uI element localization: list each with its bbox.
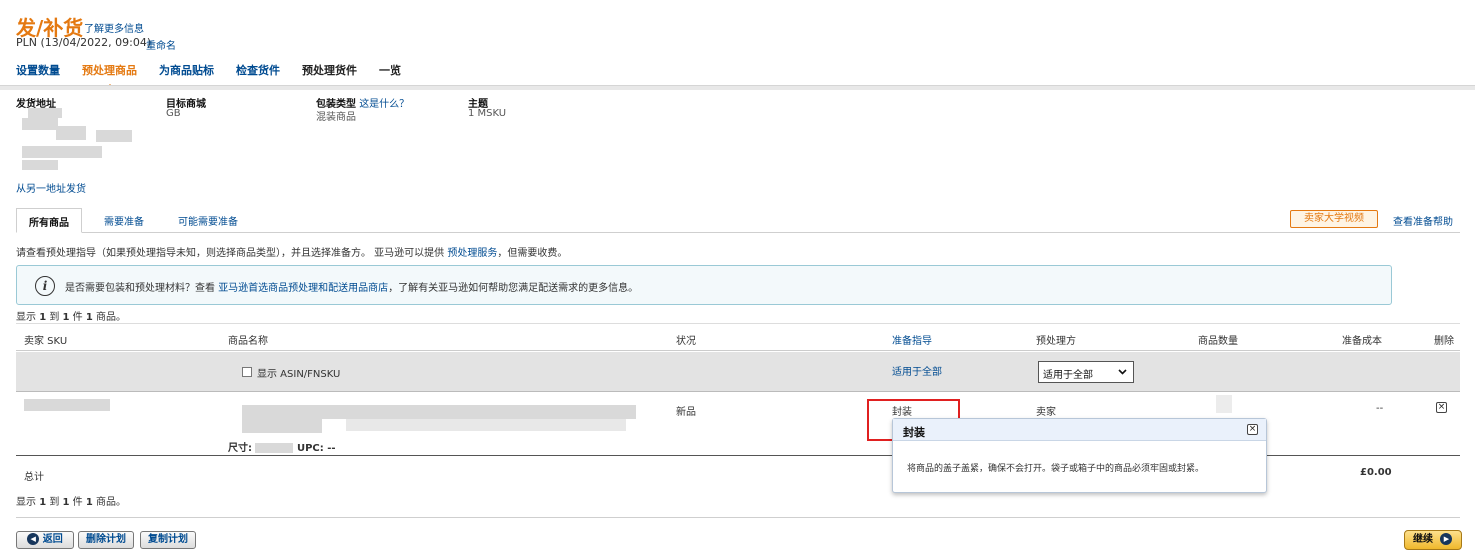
filter-row: 显示 ASIN/FNSKU 适用于全部 适用于全部 bbox=[16, 352, 1460, 392]
product-size-label: 尺寸: bbox=[228, 443, 252, 454]
product-detail: 尺寸: UPC: -- bbox=[228, 439, 336, 454]
bottom-divider bbox=[16, 517, 1460, 518]
tab-may-need-prep[interactable]: 可能需要准备 bbox=[166, 208, 250, 233]
product-size-redacted bbox=[255, 443, 294, 453]
plan-name: PLN (13/04/2022, 09:04) bbox=[16, 36, 152, 49]
results-count-bottom: 显示 1 到 1 件 1 商品。 bbox=[16, 493, 126, 508]
rename-link[interactable]: 重命名 bbox=[146, 37, 176, 52]
product-name-redacted bbox=[242, 419, 322, 433]
results-count-total: 1 bbox=[85, 497, 93, 508]
prep-by-value: 卖家 bbox=[1036, 407, 1056, 418]
alert-text: 是否需要包装和预处理材料？查看 亚马逊首选商品预处理和配送用品商店，了解有关亚马… bbox=[65, 279, 638, 294]
ship-from-another-address-link[interactable]: 从另一地址发货 bbox=[16, 180, 86, 195]
workflow-step-prepare-products[interactable]: 预处理商品 bbox=[82, 62, 137, 90]
popover-body: 将商品的盖子盖紧，确保不会打开。袋子或箱子中的商品必须牢固或封紧。 bbox=[907, 464, 1205, 474]
continue-button-label: 继续 bbox=[1413, 534, 1433, 545]
chevron-down-icon bbox=[1118, 369, 1127, 375]
back-button-label: 返回 bbox=[42, 534, 63, 545]
workflow-nav: 设置数量 预处理商品 为商品贴标 检查货件 预处理货件 一览 bbox=[16, 62, 423, 90]
quantity-redacted bbox=[1216, 395, 1232, 413]
popover-title: 封装 bbox=[903, 426, 925, 439]
prep-instruction: 请查看预处理指导（如果预处理指导未知，则选择商品类型），并且选择准备方。 亚马逊… bbox=[16, 244, 567, 259]
instruction-text: 请查看预处理指导（如果预处理指导未知，则选择商品类型），并且选择准备方。 亚马逊… bbox=[16, 248, 448, 259]
ship-from-address-redacted bbox=[56, 126, 86, 140]
results-count-text: 显示 bbox=[16, 497, 40, 508]
results-count-text: 商品。 bbox=[92, 312, 126, 323]
column-header-product-name: 商品名称 bbox=[228, 336, 268, 347]
packing-type-value: 混装商品 bbox=[316, 112, 356, 123]
show-asin-label[interactable]: 显示 ASIN/FNSKU bbox=[257, 365, 340, 380]
column-header-prep-cost: 准备成本 bbox=[1342, 336, 1382, 347]
alert-text-part: ，了解有关亚马逊如何帮助您满足配送需求的更多信息。 bbox=[388, 283, 639, 294]
destination-value: GB bbox=[166, 108, 181, 119]
info-icon: i bbox=[35, 276, 55, 296]
delete-row-icon[interactable]: × bbox=[1436, 402, 1447, 413]
column-header-quantity: 商品数量 bbox=[1198, 336, 1238, 347]
subject-value: 1 MSKU bbox=[468, 108, 507, 119]
alert-text-part: 是否需要包装和预处理材料？查看 bbox=[65, 283, 219, 294]
workflow-step-prepare-shipment: 预处理货件 bbox=[302, 64, 357, 77]
column-header-sku: 卖家 SKU bbox=[24, 336, 68, 347]
continue-button[interactable]: 继续 ▶ bbox=[1404, 530, 1462, 550]
tab-all-products[interactable]: 所有商品 bbox=[16, 208, 82, 233]
column-header-condition: 状况 bbox=[676, 336, 696, 347]
ship-from-address-redacted bbox=[22, 146, 102, 158]
workflow-step-label: 预处理商品 bbox=[82, 64, 137, 77]
seller-university-video-button[interactable]: 卖家大学视频 bbox=[1290, 210, 1378, 228]
ship-from-address-redacted bbox=[96, 130, 132, 142]
apply-all-prep-link[interactable]: 适用于全部 bbox=[892, 363, 942, 378]
instruction-text: ，但需要收费。 bbox=[497, 248, 568, 259]
tab-needs-prep[interactable]: 需要准备 bbox=[92, 208, 156, 233]
seller-sku-redacted bbox=[24, 399, 110, 411]
prep-supplies-store-link[interactable]: 亚马逊首选商品预处理和配送用品商店 bbox=[218, 283, 388, 294]
arrow-left-icon: ◀ bbox=[27, 533, 40, 545]
apply-all-select-value: 适用于全部 bbox=[1043, 370, 1093, 381]
copy-plan-button[interactable]: 复制计划 bbox=[140, 531, 196, 549]
product-name-redacted bbox=[346, 417, 626, 431]
ship-from-address-redacted bbox=[28, 108, 62, 118]
back-button[interactable]: ◀ 返回 bbox=[16, 531, 74, 549]
info-alert: i 是否需要包装和预处理材料？查看 亚马逊首选商品预处理和配送用品商店，了解有关… bbox=[16, 265, 1392, 305]
results-count-text: 到 bbox=[46, 497, 63, 508]
ship-from-address-redacted bbox=[22, 118, 58, 130]
product-upc: UPC: -- bbox=[296, 443, 336, 454]
apply-all-prep-by-select[interactable]: 适用于全部 bbox=[1038, 361, 1134, 383]
workflow-step-summary: 一览 bbox=[379, 64, 401, 77]
results-count-text: 商品。 bbox=[92, 497, 126, 508]
ship-from-address-redacted bbox=[22, 160, 58, 170]
prep-guidance-popover: 封装 × 将商品的盖子盖紧，确保不会打开。袋子或箱子中的商品必须牢固或封紧。 bbox=[892, 418, 1267, 493]
nav-divider bbox=[0, 85, 1475, 90]
prep-service-link[interactable]: 预处理服务 bbox=[447, 248, 497, 259]
arrow-right-icon: ▶ bbox=[1440, 533, 1453, 545]
workflow-step-review-shipments[interactable]: 检查货件 bbox=[236, 62, 280, 84]
workflow-step-label-products[interactable]: 为商品贴标 bbox=[159, 62, 214, 84]
results-count-total: 1 bbox=[85, 312, 93, 323]
popover-header: 封装 × bbox=[893, 419, 1266, 441]
show-asin-checkbox[interactable] bbox=[242, 367, 252, 377]
table-header: 卖家 SKU 商品名称 状况 准备指导 预处理方 商品数量 准备成本 删除 bbox=[16, 323, 1460, 351]
results-count-text: 件 bbox=[69, 312, 86, 323]
results-count-text: 到 bbox=[46, 312, 63, 323]
total-value: £0.00 bbox=[1360, 467, 1392, 478]
prep-help-link[interactable]: 查看准备帮助 bbox=[1393, 213, 1453, 228]
column-header-delete: 删除 bbox=[1434, 336, 1454, 347]
results-count-text: 显示 bbox=[16, 312, 40, 323]
workflow-step-set-quantity[interactable]: 设置数量 bbox=[16, 62, 60, 84]
close-icon[interactable]: × bbox=[1247, 424, 1258, 435]
packing-type-help-link[interactable]: 这是什么？ bbox=[359, 99, 409, 110]
prep-cost-value: -- bbox=[1376, 403, 1384, 414]
results-count-text: 件 bbox=[69, 497, 86, 508]
total-label: 总计 bbox=[24, 472, 44, 483]
column-header-prep-by: 预处理方 bbox=[1036, 336, 1076, 347]
results-count: 显示 1 到 1 件 1 商品。 bbox=[16, 308, 126, 323]
delete-plan-button[interactable]: 删除计划 bbox=[78, 531, 134, 549]
learn-more-link[interactable]: 了解更多信息 bbox=[84, 20, 144, 35]
column-header-prep-guidance[interactable]: 准备指导 bbox=[892, 332, 932, 347]
condition-value: 新品 bbox=[676, 407, 696, 418]
